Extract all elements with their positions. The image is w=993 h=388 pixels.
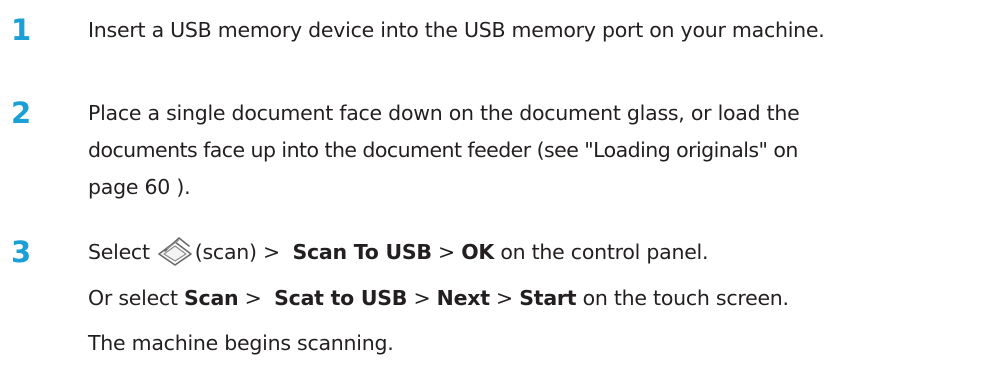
step-3-line-1: Select (scan) > Scan To USB > OK on the … (88, 234, 988, 270)
select-text: Select (88, 240, 150, 264)
separator: > (244, 286, 262, 310)
step-1-text: Insert a USB memory device into the USB … (88, 18, 825, 42)
separator: > (496, 286, 513, 310)
start-label: Start (519, 286, 577, 310)
scan-label: Scan (184, 286, 239, 310)
or-select-text: Or select (88, 286, 178, 310)
touch-screen-text: on the touch screen. (582, 286, 789, 310)
separator: > (413, 286, 431, 310)
step-3-line-3: The machine begins scanning. (88, 331, 394, 355)
step-3-line-2: Or select Scan > Scat to USB > Next > St… (88, 280, 988, 316)
step-text: Insert a USB memory device into the USB … (88, 12, 988, 48)
separator: > (438, 240, 455, 264)
next-label: Next (436, 286, 490, 310)
scan-to-usb-label: Scan To USB (292, 240, 433, 264)
step-number: 1 (11, 13, 32, 47)
step-2-line-1: Place a single document face down on the… (88, 101, 800, 125)
scan-icon (156, 235, 194, 267)
ok-label: OK (461, 240, 495, 264)
step-number: 3 (11, 235, 32, 269)
step-2-line-3: page 60 ). (88, 175, 191, 199)
control-panel-text: on the control panel. (500, 240, 709, 264)
step-number: 2 (11, 96, 32, 130)
step-text: Place a single document face down on the… (88, 95, 988, 206)
scat-to-usb-label: Scat to USB (274, 286, 408, 310)
scan-icon-label: (scan) > (194, 240, 280, 264)
step-text: Select (scan) > Scan To USB > OK on the … (88, 234, 988, 361)
step-2-line-2: documents face up into the document feed… (88, 138, 798, 162)
